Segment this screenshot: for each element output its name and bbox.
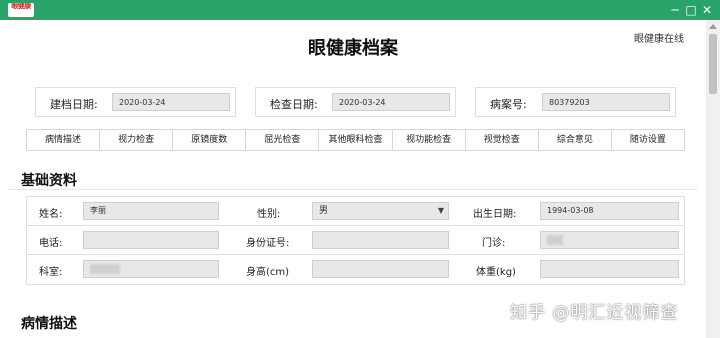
page-title: 眼健康档案 [308,38,398,59]
created-date-box: 建档日期: [35,87,236,117]
case-number-box: 病案号: [475,87,676,117]
dropdown-arrow-icon: ▼ [437,206,444,215]
department-label: 科室: [39,267,63,278]
gender-value: 男 [319,206,329,216]
height-label: 身高(cm) [246,267,290,278]
tab-vision-check[interactable]: 视觉检查 [465,130,539,150]
tab-other-eye-exam[interactable]: 其他眼科检查 [319,130,393,150]
name-field[interactable]: 李丽 [83,202,219,220]
weight-label: 体重(kg) [476,267,516,278]
name-label: 姓名: [39,209,63,220]
gender-label: 性别: [257,209,281,220]
info-row: 姓名: 李丽 性别: 男 ▼ 出生日期: 1994-03-08 [27,197,684,226]
weight-field[interactable] [540,260,679,278]
phone-label: 电话: [39,238,63,249]
info-row: 科室: 身高(cm) 体重(kg) [27,255,684,284]
id-number-label: 身份证号: [246,238,290,249]
exam-date-box: 检查日期: [255,87,456,117]
watermark: 知乎 @明汇近视筛查 [510,303,679,323]
window-title-bar: 眼健康 ─ □ ✕ [0,0,720,20]
redacted-value [90,264,120,274]
tab-condition[interactable]: 病情描述 [27,130,101,150]
eye-health-online-link[interactable]: 眼健康在线 [634,30,684,45]
tab-comprehensive-opinion[interactable]: 综合意见 [538,130,612,150]
clinic-label: 门诊: [482,238,506,249]
close-button[interactable]: ✕ [700,2,714,18]
case-number-field[interactable] [542,93,670,111]
tab-visual-function[interactable]: 视功能检查 [392,130,466,150]
exam-date-field[interactable] [332,93,450,111]
tab-follow-up-settings[interactable]: 随访设置 [611,130,684,150]
tab-original-lens[interactable]: 原镜度数 [173,130,247,150]
birth-date-field[interactable]: 1994-03-08 [540,202,679,220]
basic-info-heading: 基础资料 [21,173,77,189]
section-divider [8,189,698,190]
app-logo: 眼健康 [8,3,34,17]
maximize-button[interactable]: □ [684,2,698,18]
phone-field[interactable] [83,231,219,249]
basic-info-grid: 姓名: 李丽 性别: 男 ▼ 出生日期: 1994-03-08 电话: 身份证号… [26,196,685,285]
case-number-label: 病案号: [490,98,527,111]
tab-visual-acuity[interactable]: 视力检查 [100,130,174,150]
height-field[interactable] [312,260,449,278]
created-date-field[interactable] [112,93,230,111]
condition-heading: 病情描述 [21,316,77,332]
department-field[interactable] [83,260,219,278]
info-row: 电话: 身份证号: 门诊: [27,226,684,255]
tab-refraction[interactable]: 屈光检查 [246,130,320,150]
id-number-field[interactable] [312,231,449,249]
scrollbar-thumb[interactable] [709,34,717,94]
exam-tabs: 病情描述 视力检查 原镜度数 屈光检查 其他眼科检查 视功能检查 视觉检查 综合… [26,129,685,151]
clinic-field[interactable] [540,231,679,249]
redacted-value [547,235,563,245]
scroll-up-arrow-icon[interactable] [709,24,717,29]
birth-date-label: 出生日期: [473,209,517,220]
minimize-button[interactable]: ─ [668,2,682,18]
gender-select[interactable]: 男 ▼ [312,202,449,220]
created-date-label: 建档日期: [50,98,98,111]
vertical-scrollbar[interactable] [706,20,720,338]
exam-date-label: 检查日期: [270,98,318,111]
